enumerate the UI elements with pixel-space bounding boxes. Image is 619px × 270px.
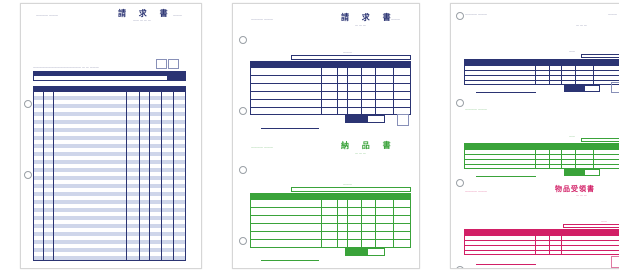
column-divider (561, 59, 562, 85)
column-divider (347, 61, 348, 115)
column-divider (575, 59, 576, 85)
punch-hole (456, 12, 464, 20)
addressee-line: ———— ——— (251, 145, 273, 149)
seal-box (611, 82, 619, 93)
date-line: — — — (355, 23, 366, 27)
column-divider (361, 61, 362, 115)
column-divider (535, 143, 536, 169)
column-divider (375, 193, 376, 248)
summary-caption: —— (601, 219, 607, 223)
summary-row (581, 138, 619, 142)
summary-row (563, 224, 619, 228)
column-divider (149, 91, 150, 261)
column-divider (375, 61, 376, 115)
summary-caption: ——— (343, 50, 352, 54)
punch-hole (239, 36, 247, 44)
magenta-table (464, 235, 619, 255)
punch-hole (456, 179, 464, 187)
column-divider (321, 193, 322, 248)
remarks-line (476, 264, 536, 265)
seal-box (611, 256, 619, 268)
column-divider (593, 143, 594, 169)
addressee-line: ———— ——— (465, 107, 487, 111)
remarks-line (261, 260, 319, 261)
punch-hole (456, 266, 464, 268)
column-divider (337, 193, 338, 248)
total-cell (345, 115, 367, 123)
receipt-title: 物品受領書 (555, 184, 595, 193)
addressee-line: ———— ——— (465, 189, 487, 193)
detail-table (33, 91, 186, 261)
seal-box (156, 59, 167, 69)
date-line: — — — (576, 23, 587, 27)
total-cell (345, 248, 367, 256)
invoice-title: 請 求 書 (341, 12, 396, 22)
column-divider (575, 143, 576, 169)
column-divider (393, 193, 394, 248)
sheet-triple-form: ———— ——— — — — ——— —— ———— ——— —— ———— —… (450, 3, 619, 269)
sheet-invoice-continuous: ———— ——— 請 求 書 —— — — — ——— ————————————… (20, 3, 202, 269)
column-divider (361, 193, 362, 248)
column-divider (535, 59, 536, 85)
punch-hole (24, 171, 32, 179)
seal-box (168, 59, 179, 69)
total-value-box (584, 169, 600, 176)
summary-caption: ——— (343, 182, 352, 186)
total-cell (564, 85, 584, 92)
punch-hole (24, 100, 32, 108)
column-divider (549, 143, 550, 169)
addressee-line: ———— ——— (36, 13, 58, 17)
column-divider (321, 61, 322, 115)
summary-caption: —— (569, 134, 575, 138)
column-divider (549, 59, 550, 85)
summary-row (33, 75, 186, 81)
green-table (464, 149, 619, 169)
column-divider (43, 91, 44, 261)
summary-row (291, 55, 411, 60)
column-divider (161, 91, 162, 261)
column-divider (139, 91, 140, 261)
punch-hole (239, 107, 247, 115)
column-divider (561, 229, 562, 255)
total-value-box (367, 115, 385, 123)
summary-caption: ———————————————— — — ——— (33, 65, 99, 69)
column-divider (561, 143, 562, 169)
punch-hole (239, 237, 247, 245)
addressee-line: ———— ——— (251, 17, 273, 21)
date-line: —— — — — (133, 18, 151, 22)
seal-box (397, 114, 409, 126)
total-value-box (584, 85, 600, 92)
remarks-line (476, 92, 536, 93)
summary-caption: —— (569, 49, 575, 53)
sheet-invoice-delivery: ———— ——— 請 求 書 — — — ——— ——— ———— ——— 納 … (232, 3, 420, 269)
column-divider (337, 61, 338, 115)
number-line: ——— (391, 17, 400, 21)
column-divider (535, 229, 536, 255)
summary-row (581, 54, 619, 58)
number-line: ——— (608, 12, 617, 16)
total-cell (564, 169, 584, 176)
column-divider (549, 229, 550, 255)
navy-table (464, 65, 619, 85)
column-divider (53, 91, 54, 261)
column-divider (593, 59, 594, 85)
delivery-title: 納 品 書 (341, 140, 396, 150)
addressee-line: ———— ——— (465, 12, 487, 16)
summary-total-cell (167, 75, 186, 81)
column-divider (126, 91, 127, 261)
number-line: ——— (173, 13, 182, 17)
invoice-table (250, 67, 411, 115)
total-value-box (367, 248, 385, 256)
summary-row (291, 187, 411, 192)
column-divider (393, 61, 394, 115)
remarks-line (261, 128, 319, 129)
column-divider (347, 193, 348, 248)
date-line: — — — (355, 151, 366, 155)
date-line: — — — (576, 193, 587, 197)
delivery-table (250, 199, 411, 248)
column-divider (173, 91, 174, 261)
punch-hole (239, 166, 247, 174)
remarks-line (476, 176, 536, 177)
punch-hole (456, 99, 464, 107)
